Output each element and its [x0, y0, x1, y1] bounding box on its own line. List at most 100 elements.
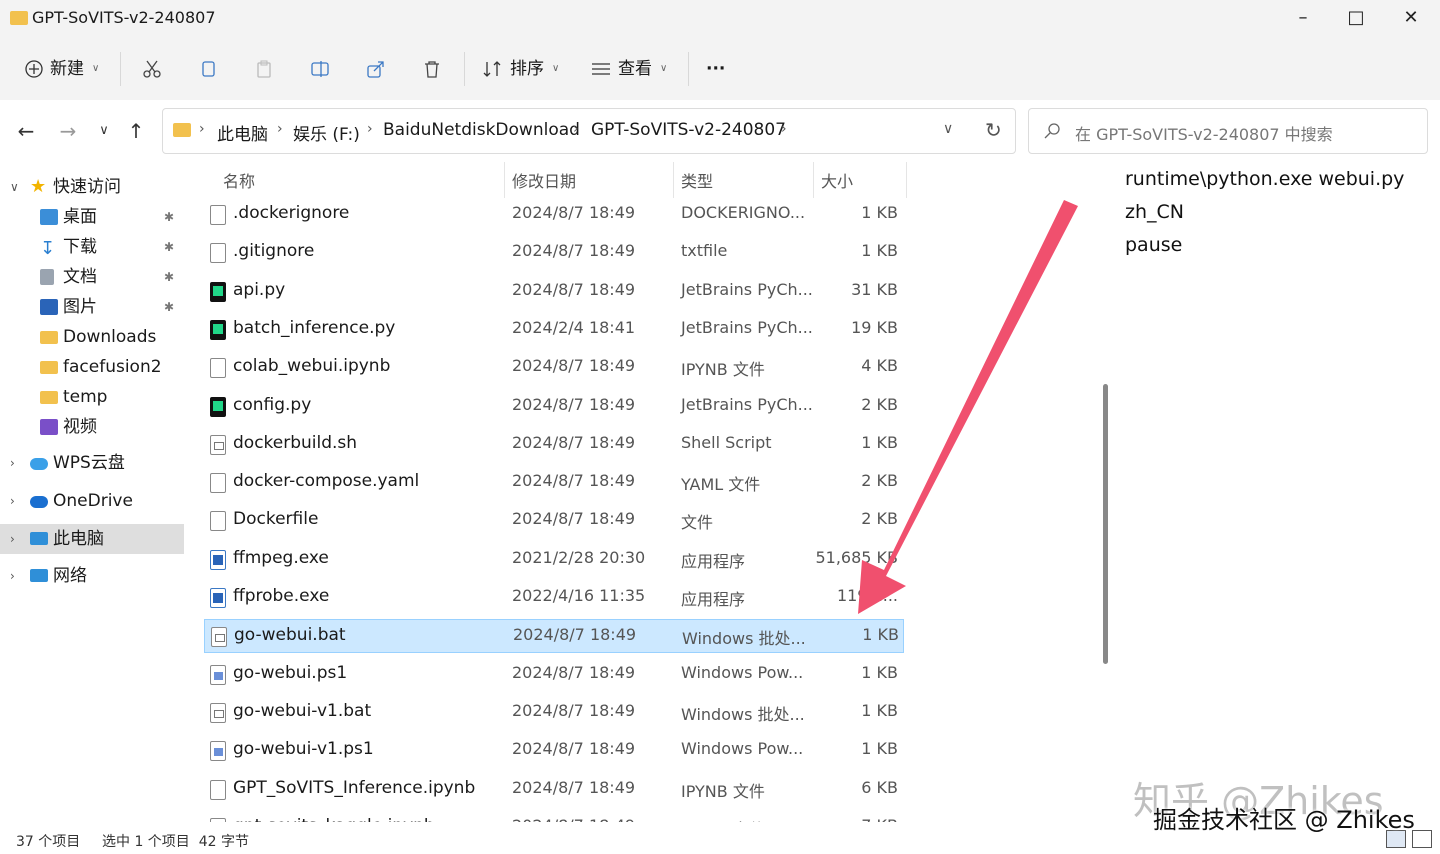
- file-size: 1 KB: [861, 662, 898, 682]
- column-header-name[interactable]: 名称: [223, 168, 255, 192]
- file-row[interactable]: .dockerignore 2024/8/7 18:49 DOCKERIGNO...…: [204, 198, 904, 232]
- column-header-type[interactable]: 类型: [681, 168, 713, 192]
- recent-locations-button[interactable]: ∨: [90, 118, 118, 144]
- new-button[interactable]: 新建 ∨: [24, 54, 99, 84]
- breadcrumb-current-folder[interactable]: GPT-SoVITS-v2-240807: [591, 120, 786, 140]
- forward-button[interactable]: →: [54, 118, 82, 144]
- file-row[interactable]: api.py 2024/8/7 18:49 JetBrains PyCh... 31 …: [204, 275, 904, 309]
- maximize-button[interactable]: □: [1333, 4, 1379, 32]
- file-date: 2024/8/7 18:49: [512, 700, 636, 720]
- rename-icon: [311, 61, 329, 77]
- sidebar-item-label: OneDrive: [53, 491, 133, 511]
- preview-line: zh_CN: [1125, 201, 1184, 223]
- sidebar-item-videos[interactable]: 视频: [0, 412, 184, 442]
- sidebar-item-downloads[interactable]: Downloads: [0, 322, 184, 352]
- address-history-dropdown[interactable]: ∨: [943, 121, 953, 137]
- vertical-scrollbar[interactable]: [1103, 384, 1108, 664]
- sidebar-item-label: 网络: [53, 566, 87, 586]
- minimize-button[interactable]: –: [1280, 4, 1326, 32]
- toolbar-divider: [120, 52, 121, 86]
- up-button[interactable]: ↑: [122, 118, 150, 144]
- sidebar-item-downloads-cn[interactable]: ↧ 下载 ✱: [0, 232, 184, 262]
- column-divider[interactable]: [504, 162, 505, 198]
- file-row[interactable]: gpt-sovits_kaggle.ipynb 2024/8/7 18:49 IPY…: [204, 811, 904, 822]
- sidebar-item-this-pc[interactable]: › 此电脑: [0, 524, 184, 554]
- sort-label: 排序: [510, 59, 544, 79]
- file-name: .dockerignore: [233, 203, 350, 223]
- file-row[interactable]: GPT_SoVITS_Inference.ipynb 2024/8/7 18:49…: [204, 773, 904, 807]
- file-date: 2024/8/7 18:49: [512, 203, 636, 222]
- file-row[interactable]: dockerbuild.sh 2024/8/7 18:49 Shell Script…: [204, 428, 904, 462]
- file-row[interactable]: .gitignore 2024/8/7 18:49 txtfile 1 KB: [204, 236, 904, 270]
- column-header-size[interactable]: 大小: [821, 168, 853, 192]
- share-button[interactable]: [366, 54, 386, 84]
- file-row[interactable]: go-webui.ps1 2024/8/7 18:49 Windows Pow...…: [204, 658, 904, 692]
- star-icon: ★: [30, 176, 47, 197]
- copy-button[interactable]: [198, 54, 218, 84]
- back-button[interactable]: ←: [12, 118, 40, 144]
- file-row[interactable]: docker-compose.yaml 2024/8/7 18:49 YAML 文件…: [204, 466, 904, 500]
- view-button[interactable]: 查看 ∨: [590, 54, 667, 84]
- script-file-icon: [210, 702, 226, 723]
- pin-icon[interactable]: ✱: [164, 292, 174, 322]
- file-explorer-window: GPT-SoVITS-v2-240807 – □ ✕ 新建 ∨ 排序 ∨ 查看 …: [0, 0, 1440, 854]
- pin-icon[interactable]: ✱: [164, 202, 174, 232]
- pin-icon[interactable]: ✱: [164, 262, 174, 292]
- column-divider[interactable]: [813, 162, 814, 198]
- refresh-icon[interactable]: ↻: [985, 118, 1002, 142]
- sort-button[interactable]: 排序 ∨: [482, 54, 559, 84]
- file-row[interactable]: batch_inference.py 2024/2/4 18:41 JetBrain…: [204, 313, 904, 347]
- sidebar-item-desktop[interactable]: 桌面 ✱: [0, 202, 184, 232]
- file-row[interactable]: ffprobe.exe 2022/4/16 11:35 应用程序 119,2...: [204, 581, 904, 615]
- file-row[interactable]: go-webui-v1.ps1 2024/8/7 18:49 Windows Pow…: [204, 734, 904, 768]
- chevron-right-icon: ›: [277, 121, 283, 137]
- column-divider[interactable]: [673, 162, 674, 198]
- breadcrumb-baidu[interactable]: BaiduNetdiskDownload: [383, 120, 580, 140]
- pin-icon[interactable]: ✱: [164, 232, 174, 262]
- file-type: JetBrains PyCh...: [681, 279, 813, 299]
- delete-button[interactable]: [422, 54, 442, 84]
- file-size: 1 KB: [861, 241, 898, 261]
- more-options-button[interactable]: ···: [706, 54, 725, 84]
- file-row[interactable]: Dockerfile 2024/8/7 18:49 文件 2 KB: [204, 504, 904, 538]
- file-row[interactable]: go-webui-v1.bat 2024/8/7 18:49 Windows 批处.…: [204, 696, 904, 730]
- file-date: 2024/8/7 18:49: [512, 471, 636, 491]
- cut-button[interactable]: [142, 54, 162, 84]
- title-bar: GPT-SoVITS-v2-240807 – □ ✕: [0, 0, 1440, 38]
- sidebar-item-label: 桌面: [63, 207, 97, 227]
- file-type: Windows 批处...: [681, 704, 805, 724]
- sidebar-item-pictures[interactable]: 图片 ✱: [0, 292, 184, 322]
- file-date: 2024/8/7 18:49: [512, 279, 636, 299]
- script-file-icon: [211, 627, 227, 648]
- file-name: gpt-sovits_kaggle.ipynb: [233, 816, 435, 822]
- file-name: .gitignore: [233, 241, 315, 262]
- sidebar-item-temp[interactable]: temp: [0, 382, 184, 412]
- breadcrumb-drive[interactable]: 娱乐 (F:): [293, 120, 360, 145]
- sidebar-item-quick-access[interactable]: ∨ ★ 快速访问: [0, 172, 184, 202]
- sidebar-item-facefusion2[interactable]: facefusion2: [0, 352, 184, 382]
- file-date: 2024/8/7 18:49: [513, 625, 637, 645]
- file-row[interactable]: config.py 2024/8/7 18:49 JetBrains PyCh...…: [204, 390, 904, 424]
- sidebar-item-network[interactable]: › 网络: [0, 561, 184, 591]
- sidebar-item-documents[interactable]: 文档 ✱: [0, 262, 184, 292]
- breadcrumb-this-pc[interactable]: 此电脑: [217, 120, 268, 145]
- file-row[interactable]: ffmpeg.exe 2021/2/28 20:30 应用程序 51,685 KB: [204, 543, 904, 577]
- paste-button[interactable]: [254, 54, 274, 84]
- pycharm-file-icon: [210, 319, 226, 340]
- file-name: go-webui.ps1: [233, 662, 348, 683]
- file-row[interactable]: colab_webui.ipynb 2024/8/7 18:49 IPYNB 文件 4…: [204, 351, 904, 385]
- sidebar-item-label: 快速访问: [53, 177, 121, 197]
- file-type: YAML 文件: [681, 475, 761, 495]
- rename-button[interactable]: [310, 54, 330, 84]
- chevron-right-icon: ›: [10, 569, 15, 583]
- sidebar-item-wps-cloud[interactable]: › WPS云盘: [0, 448, 184, 478]
- close-button[interactable]: ✕: [1388, 4, 1434, 32]
- column-header-date[interactable]: 修改日期: [512, 168, 576, 192]
- search-box[interactable]: 在 GPT-SoVITS-v2-240807 中搜索: [1028, 108, 1428, 154]
- file-type: IPYNB 文件: [681, 816, 765, 822]
- file-row[interactable]: go-webui.bat 2024/8/7 18:49 Windows 批处... 1…: [204, 619, 904, 654]
- column-divider[interactable]: [906, 162, 907, 198]
- sidebar-item-onedrive[interactable]: › OneDrive: [0, 486, 184, 516]
- address-bar[interactable]: › 此电脑 › 娱乐 (F:) › BaiduNetdiskDownload ›…: [162, 108, 1016, 154]
- large-icons-view-icon[interactable]: [1412, 830, 1432, 848]
